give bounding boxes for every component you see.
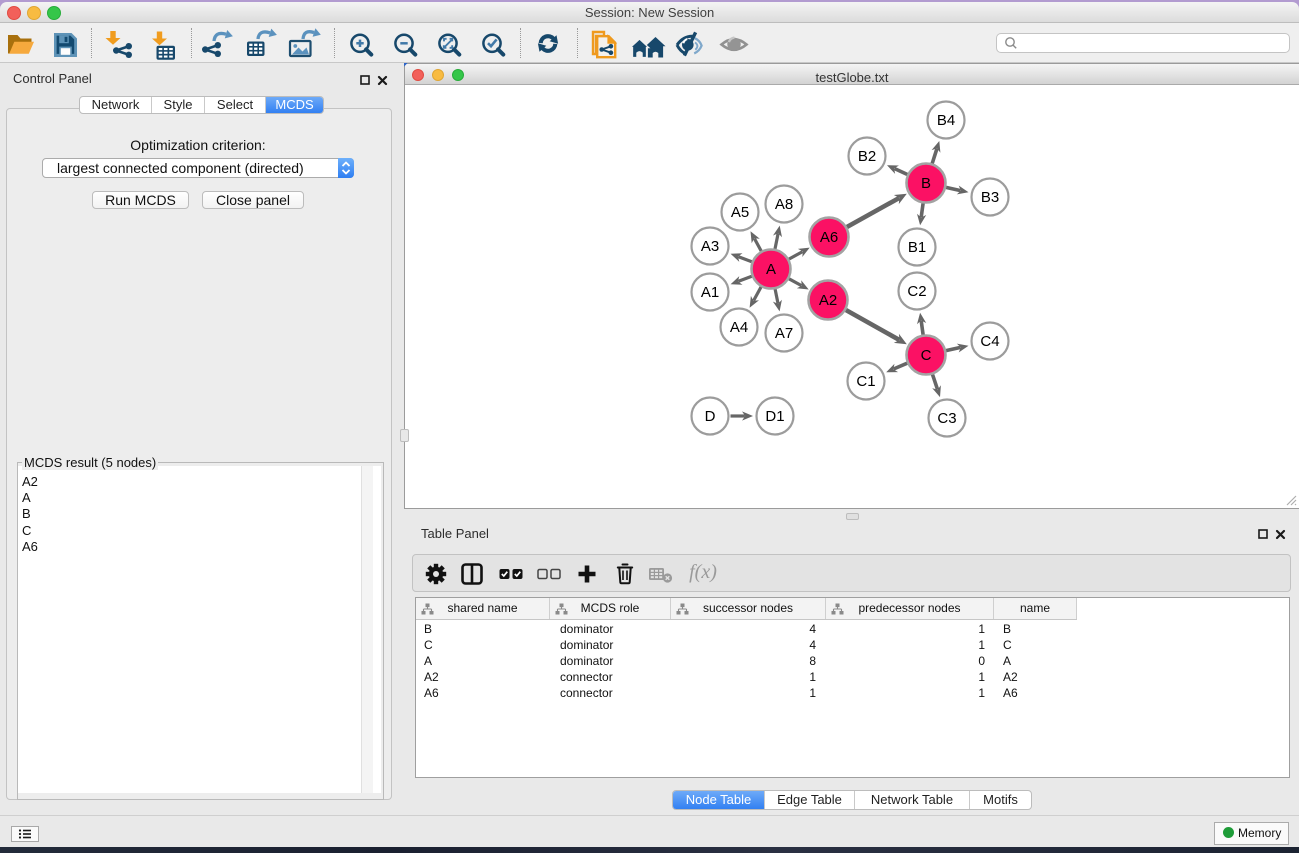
- svg-text:D: D: [705, 408, 716, 425]
- svg-text:C3: C3: [937, 410, 956, 427]
- svg-text:C1: C1: [856, 373, 875, 390]
- svg-text:C2: C2: [907, 283, 926, 300]
- svg-text:A2: A2: [819, 292, 837, 309]
- svg-text:A3: A3: [701, 238, 719, 255]
- svg-text:A5: A5: [731, 204, 749, 221]
- svg-text:A6: A6: [820, 229, 838, 246]
- svg-text:A: A: [766, 261, 776, 278]
- svg-text:A8: A8: [775, 196, 793, 213]
- svg-text:B1: B1: [908, 239, 926, 256]
- svg-text:B3: B3: [981, 189, 999, 206]
- svg-text:B: B: [921, 175, 931, 192]
- svg-text:B4: B4: [937, 112, 955, 129]
- svg-text:A1: A1: [701, 284, 719, 301]
- svg-text:C: C: [921, 347, 932, 364]
- svg-text:C4: C4: [980, 333, 999, 350]
- svg-text:A7: A7: [775, 325, 793, 342]
- svg-text:B2: B2: [858, 148, 876, 165]
- svg-text:D1: D1: [765, 408, 784, 425]
- svg-text:A4: A4: [730, 319, 748, 336]
